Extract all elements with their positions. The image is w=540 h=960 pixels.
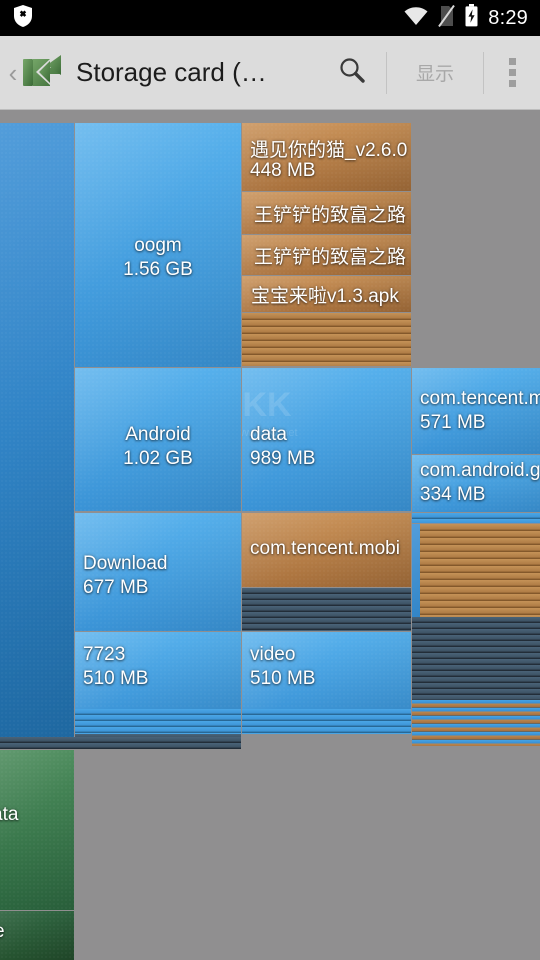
treemap-tile-com-tencent-mobi[interactable]: com.tencent.mobi <box>242 513 411 587</box>
tile-label: com.tencent.mobi <box>250 538 400 559</box>
battery-charging-icon <box>464 4 479 32</box>
treemap-band-right-orange[interactable] <box>412 524 540 632</box>
navigate-up-button[interactable]: ‹ <box>0 60 20 86</box>
tile-label: video <box>250 644 296 665</box>
treemap-band-bottom-tail[interactable] <box>0 737 241 749</box>
show-button[interactable]: 显示 <box>387 36 483 109</box>
treemap-band-mix-right[interactable] <box>412 700 540 746</box>
tile-size: 677 MB <box>83 577 149 598</box>
tile-label: com.android.g <box>420 460 540 481</box>
tile-label: 王铲铲的致富之路 <box>254 205 407 226</box>
action-bar: ‹ Storage card (… 显示 <box>0 36 540 110</box>
tile-label: com.tencent.m <box>420 388 540 409</box>
tile-size: 1.02 GB <box>123 448 193 469</box>
treemap-tile-apk-4[interactable]: 宝宝来啦v1.3.apk <box>242 276 411 312</box>
treemap-band-left-blue[interactable] <box>75 709 241 734</box>
tile-size: 510 MB <box>250 668 316 689</box>
treemap-tile-7723[interactable]: 7723 510 MB <box>75 632 241 718</box>
page-title: Storage card (… <box>76 57 267 87</box>
treemap-tile-green-free[interactable]: e <box>0 911 74 960</box>
diskusage-app-icon[interactable] <box>20 52 66 94</box>
treemap-band-mid-blue[interactable] <box>242 709 411 734</box>
tile-label: Download <box>83 553 168 574</box>
tile-size: 448 MB <box>250 160 316 181</box>
overflow-menu-icon <box>508 58 516 87</box>
tile-label: Android <box>125 424 191 445</box>
treemap-canvas[interactable]: oogm 1.56 GB 遇见你的猫_v2.6.0 448 MB 王铲铲的致富之… <box>0 111 540 960</box>
action-bar-actions: 显示 <box>318 36 540 109</box>
tile-label: data <box>250 424 287 445</box>
treemap-band-right-1[interactable] <box>412 513 540 523</box>
treemap-band-small-apks[interactable] <box>242 313 411 366</box>
treemap-tile-com-android-g[interactable]: com.android.g 334 MB <box>412 455 540 512</box>
status-bar: 8:29 <box>0 0 540 36</box>
tile-label: ata <box>0 804 19 825</box>
treemap-tile-data[interactable]: data 989 MB KK www.kkx.net <box>242 368 411 511</box>
treemap-tile-com-tencent-m[interactable]: com.tencent.m 571 MB <box>412 368 540 454</box>
tile-label: 王铲铲的致富之路 <box>254 247 407 268</box>
treemap-tile-apk-3[interactable]: 王铲铲的致富之路 <box>242 235 411 275</box>
status-bar-clock: 8:29 <box>488 6 528 29</box>
treemap-tile-green-data[interactable]: ata <box>0 750 74 910</box>
status-bar-icons: 8:29 <box>403 4 540 32</box>
treemap-tile-video[interactable]: video 510 MB <box>242 632 411 718</box>
treemap-tile-oogm[interactable]: oogm 1.56 GB <box>75 123 241 367</box>
tile-label: 宝宝来啦v1.3.apk <box>251 286 399 307</box>
tile-size: 571 MB <box>420 412 486 433</box>
treemap-band-mid-dark-1[interactable] <box>242 588 411 631</box>
tile-label: e <box>0 921 5 943</box>
treemap-tile-parent-blue-panel[interactable] <box>0 123 74 749</box>
search-icon <box>337 55 367 90</box>
tile-size: 989 MB <box>250 448 316 469</box>
tile-size: 334 MB <box>420 484 486 505</box>
treemap-tile-apk-1[interactable]: 遇见你的猫_v2.6.0 448 MB <box>242 123 411 191</box>
tile-label: 7723 <box>83 644 126 665</box>
sim-card-off-icon <box>438 4 456 32</box>
treemap-tile-apk-2[interactable]: 王铲铲的致富之路 <box>242 192 411 234</box>
tile-size: 510 MB <box>83 668 149 689</box>
tile-label: 遇见你的猫_v2.6.0 <box>250 140 408 161</box>
overflow-menu-button[interactable] <box>484 36 540 109</box>
shield-block-icon <box>12 4 34 33</box>
search-button[interactable] <box>318 36 386 109</box>
tile-size: 1.56 GB <box>123 259 193 280</box>
wifi-icon <box>403 6 429 31</box>
treemap-tile-android[interactable]: Android 1.02 GB <box>75 368 241 511</box>
status-bar-notifications <box>0 4 34 33</box>
treemap-band-dark-right[interactable] <box>412 617 540 700</box>
treemap-tile-download[interactable]: Download 677 MB <box>75 513 241 631</box>
tile-label: oogm <box>134 235 182 256</box>
